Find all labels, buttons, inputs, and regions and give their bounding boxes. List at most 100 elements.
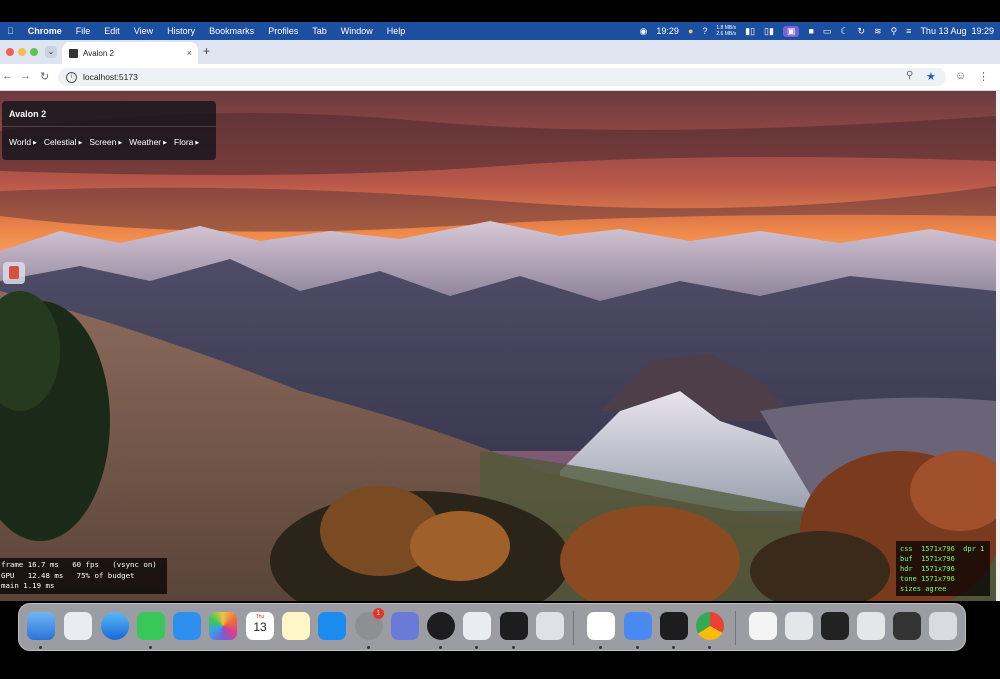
- webgl-viewport[interactable]: [0, 91, 996, 601]
- mail-icon[interactable]: [173, 612, 201, 640]
- debug-css: css 1571x796 dpr 1: [900, 545, 985, 553]
- books-icon[interactable]: [463, 612, 491, 640]
- zoom-icon[interactable]: ⚲: [906, 70, 913, 81]
- calendar-icon[interactable]: Thu 13: [246, 612, 274, 640]
- activity-monitor-icon[interactable]: [427, 612, 455, 640]
- debug-tone: tone 1571x796: [900, 575, 955, 583]
- menubar-datetime[interactable]: Thu 13 Aug 19:29: [920, 26, 994, 36]
- menu-profiles[interactable]: Profiles: [261, 26, 305, 36]
- chrome-menu-icon[interactable]: ⋮: [978, 70, 989, 83]
- messages-icon[interactable]: [137, 612, 165, 640]
- chrome-icon[interactable]: [696, 612, 724, 640]
- cpu-meter-icon[interactable]: ▮▯: [745, 26, 755, 37]
- window-zoom-icon[interactable]: [30, 48, 38, 56]
- menu-window[interactable]: Window: [334, 26, 380, 36]
- menu-help[interactable]: Help: [380, 26, 413, 36]
- safari-icon[interactable]: [101, 612, 129, 640]
- stats-gpu: GPU 12.48 ms 75% of budget: [1, 570, 135, 580]
- url-text[interactable]: localhost:5173: [83, 72, 138, 82]
- menu-screen[interactable]: Screen ▶: [89, 137, 122, 147]
- caret-right-icon: ▶: [33, 139, 37, 146]
- window-close-icon[interactable]: [6, 48, 14, 56]
- performance-stats: frame 16.7 ms 60 fps (vsync on) GPU 12.48…: [0, 558, 167, 594]
- caret-right-icon: ▶: [195, 139, 200, 146]
- menu-file[interactable]: File: [69, 26, 98, 36]
- simulator-icon[interactable]: [391, 612, 419, 640]
- debug-hdr: hdr 1571x796: [900, 565, 955, 573]
- minimized-window-thumbnail[interactable]: [857, 612, 885, 640]
- back-icon[interactable]: ←: [2, 70, 13, 82]
- extension-badge-icon[interactable]: [3, 262, 25, 284]
- notes-icon[interactable]: [282, 612, 310, 640]
- menu-bookmarks[interactable]: Bookmarks: [202, 26, 261, 36]
- menu-history[interactable]: History: [160, 26, 202, 36]
- menu-app-chrome[interactable]: Chrome: [21, 26, 69, 36]
- caret-right-icon: ▶: [163, 139, 168, 146]
- control-panel: Avalon 2 World ▶ Celestial ▶ Screen ▶ Weath…: [2, 101, 216, 160]
- menu-edit[interactable]: Edit: [97, 26, 127, 36]
- network-stats[interactable]: 1.8 MB/s 2.6 MB/s: [716, 25, 736, 37]
- menu-world[interactable]: World ▶: [9, 137, 37, 147]
- help-icon[interactable]: ?: [702, 26, 707, 36]
- screen-bottom: [0, 651, 1000, 679]
- debug-sizes: sizes agree: [900, 585, 947, 593]
- minimized-window-thumbnail[interactable]: [893, 612, 921, 640]
- caret-right-icon: ▶: [118, 139, 123, 146]
- stats-frame: frame 16.7 ms 60 fps (vsync on): [1, 560, 157, 569]
- macos-menu-bar:  Chrome File Edit View History Bookmark…: [0, 22, 1000, 40]
- memory-meter-icon[interactable]: ▯▮: [764, 26, 774, 37]
- profile-icon[interactable]: ☺: [955, 70, 966, 82]
- mountain-scene: [0, 91, 996, 601]
- menu-flora[interactable]: Flora ▶: [174, 137, 199, 147]
- wifi-icon[interactable]: ≋: [874, 26, 882, 37]
- macos-dock: Thu 13 1: [18, 603, 966, 651]
- lock-icon[interactable]: ■: [808, 26, 813, 36]
- finder-helper-icon[interactable]: [624, 612, 652, 640]
- panel-divider: [2, 126, 216, 127]
- menu-view[interactable]: View: [127, 26, 160, 36]
- browser-toolbar: ← → ↻ i localhost:5173 ⚲ ★ ☺ ⋮: [0, 64, 1000, 91]
- menu-celestial[interactable]: Celestial ▶: [44, 137, 82, 147]
- tab-search-icon[interactable]: ⌄: [45, 46, 57, 58]
- minimized-window-thumbnail[interactable]: [785, 612, 813, 640]
- window-minimize-icon[interactable]: [18, 48, 26, 56]
- terminal-icon[interactable]: [500, 612, 528, 640]
- eye-icon[interactable]: ◉: [640, 26, 648, 37]
- window-edge: [996, 91, 1000, 601]
- reload-icon[interactable]: ↻: [40, 70, 49, 83]
- debug-sizes-panel: css 1571x796 dpr 1 buf 1571x796 hdr 1571x7…: [896, 541, 990, 596]
- screenshot-icon[interactable]: [536, 612, 564, 640]
- battery-icon[interactable]: ▭: [823, 26, 832, 37]
- downloads-stack-icon[interactable]: [749, 612, 777, 640]
- focus-moon-icon[interactable]: ☾: [840, 26, 848, 37]
- caret-right-icon: ▶: [78, 139, 83, 146]
- address-bar[interactable]: i localhost:5173: [58, 68, 946, 86]
- site-info-icon[interactable]: i: [66, 71, 77, 83]
- apple-icon[interactable]: : [0, 26, 21, 36]
- launchpad-icon[interactable]: [64, 612, 92, 640]
- emoji-icon[interactable]: ●: [688, 26, 693, 36]
- control-center-icon[interactable]: ≡: [906, 26, 911, 36]
- time-machine-icon[interactable]: ↻: [857, 26, 865, 37]
- menubar-clock[interactable]: 19:29: [656, 26, 679, 36]
- display-icon[interactable]: ▣: [782, 25, 800, 37]
- finder-icon[interactable]: [27, 612, 55, 640]
- menu-tab[interactable]: Tab: [305, 26, 334, 36]
- settings-badge: 1: [373, 608, 384, 619]
- textedit-icon[interactable]: [587, 612, 615, 640]
- debug-buf: buf 1571x796: [900, 555, 955, 563]
- new-tab-button[interactable]: +: [203, 44, 210, 58]
- photos-icon[interactable]: [209, 612, 237, 640]
- bookmark-star-icon[interactable]: ★: [926, 70, 936, 83]
- forward-icon[interactable]: →: [20, 70, 31, 82]
- trash-icon[interactable]: [929, 612, 957, 640]
- panel-title: Avalon 2: [9, 109, 47, 119]
- menu-weather[interactable]: Weather ▶: [129, 137, 167, 147]
- minimized-window-thumbnail[interactable]: [821, 612, 849, 640]
- blender-icon[interactable]: [660, 612, 688, 640]
- app-store-icon[interactable]: [318, 612, 346, 640]
- tab-close-icon[interactable]: ×: [187, 48, 192, 58]
- stats-main: main 1.19 ms: [1, 581, 55, 590]
- spotlight-search-icon[interactable]: ⚲: [891, 26, 898, 37]
- tab-avalon[interactable]: Avalon 2 ×: [62, 42, 198, 64]
